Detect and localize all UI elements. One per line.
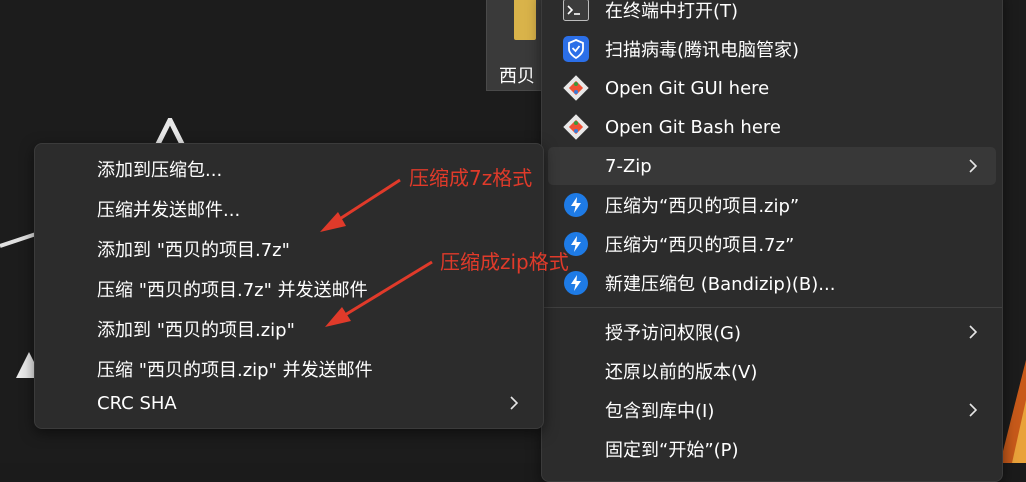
- menu-item-label: 新建压缩包 (Bandizip)(B)...: [605, 274, 836, 295]
- menu-item-label: 压缩为“西贝的项目.zip”: [605, 196, 800, 217]
- menu-item-label: CRC SHA: [97, 392, 177, 414]
- menu-item-scan-virus[interactable]: 扫描病毒(腾讯电脑管家): [548, 30, 996, 68]
- menu-item-add-to-zip[interactable]: 添加到 "西贝的项目.zip": [41, 310, 537, 348]
- menu-item-label: 添加到压缩包...: [97, 160, 223, 181]
- menu-item-compress-and-email[interactable]: 压缩并发送邮件...: [41, 190, 537, 228]
- menu-item-crc-sha[interactable]: CRC SHA: [41, 384, 537, 422]
- menu-item-label: 扫描病毒(腾讯电脑管家): [605, 40, 800, 61]
- menu-item-restore-versions[interactable]: 还原以前的版本(V): [548, 352, 996, 390]
- menu-item-grant-access[interactable]: 授予访问权限(G): [548, 313, 996, 351]
- chevron-right-icon: [968, 324, 978, 340]
- context-menu-main: 在终端中打开(T) 扫描病毒(腾讯电脑管家) Open Git GUI here…: [541, 0, 1003, 482]
- menu-item-include-in-library[interactable]: 包含到库中(I): [548, 391, 996, 429]
- menu-item-new-archive-bandizip[interactable]: 新建压缩包 (Bandizip)(B)...: [548, 264, 996, 302]
- menu-item-label: 在终端中打开(T): [605, 1, 739, 22]
- menu-item-label: Open Git GUI here: [605, 77, 770, 99]
- menu-separator: [542, 307, 1002, 308]
- menu-item-label: 添加到 "西贝的项目.7z": [97, 240, 290, 261]
- menu-item-label: 还原以前的版本(V): [605, 362, 758, 383]
- tencent-shield-icon: [562, 35, 590, 63]
- folder-icon: [514, 0, 536, 40]
- menu-item-label: 压缩 "西贝的项目.zip" 并发送邮件: [97, 360, 373, 381]
- folder-label: 西贝: [499, 66, 535, 87]
- menu-item-label: 压缩并发送邮件...: [97, 200, 241, 221]
- chevron-right-icon: [968, 402, 978, 418]
- menu-item-label: 包含到库中(I): [605, 401, 715, 422]
- menu-item-label: 固定到“开始”(P): [605, 440, 739, 461]
- annotation-zip-label: 压缩成zip格式: [440, 250, 569, 274]
- menu-item-label: 压缩为“西贝的项目.7z”: [605, 235, 795, 256]
- menu-item-7zip[interactable]: 7-Zip: [548, 147, 996, 185]
- menu-item-open-git-gui[interactable]: Open Git GUI here: [548, 69, 996, 107]
- chevron-right-icon: [968, 158, 978, 174]
- menu-item-label: 7-Zip: [605, 155, 652, 177]
- terminal-icon: [562, 0, 590, 24]
- chevron-right-icon: [509, 395, 519, 411]
- menu-item-open-terminal[interactable]: 在终端中打开(T): [548, 0, 996, 29]
- menu-item-label: 添加到 "西贝的项目.zip": [97, 320, 295, 341]
- annotation-7z-label: 压缩成7z格式: [409, 166, 533, 190]
- git-icon: [562, 113, 590, 141]
- menu-item-open-git-bash[interactable]: Open Git Bash here: [548, 108, 996, 146]
- git-icon: [562, 74, 590, 102]
- menu-item-compress-zip[interactable]: 压缩为“西贝的项目.zip”: [548, 186, 996, 224]
- menu-item-label: 授予访问权限(G): [605, 323, 741, 344]
- menu-item-compress-zip-email[interactable]: 压缩 "西贝的项目.zip" 并发送邮件: [41, 350, 537, 388]
- menu-item-label: 压缩 "西贝的项目.7z" 并发送邮件: [97, 280, 368, 301]
- menu-item-label: Open Git Bash here: [605, 116, 781, 138]
- bandizip-icon: [562, 191, 590, 219]
- menu-item-compress-7z-email[interactable]: 压缩 "西贝的项目.7z" 并发送邮件: [41, 270, 537, 308]
- menu-item-compress-7z[interactable]: 压缩为“西贝的项目.7z”: [548, 225, 996, 263]
- menu-item-pin-to-start[interactable]: 固定到“开始”(P): [548, 430, 996, 468]
